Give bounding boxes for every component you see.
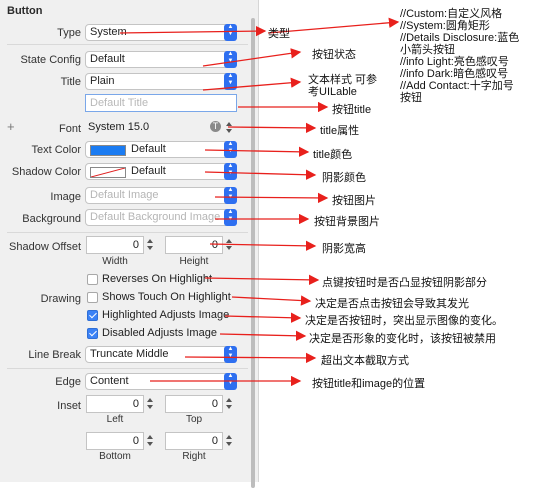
arrow-shows-touch — [231, 295, 312, 306]
annotation-disabled: 决定是否形象的变化时，该按钮被禁用 — [309, 333, 496, 345]
arrow-line-break — [184, 352, 317, 364]
annotation-title-attr: title属性 — [320, 125, 360, 137]
arrow-reverses — [204, 274, 320, 286]
annotation-line-break: 超出文本截取方式 — [321, 355, 409, 367]
arrow-image — [214, 192, 329, 204]
arrow-title-style — [202, 77, 302, 91]
annotation-button-title: 按钮title — [332, 104, 372, 116]
arrow-type — [119, 25, 267, 37]
annotation-image: 按钮图片 — [332, 195, 376, 207]
annotation-highlighted: 决定是否按钮时，突出显示图像的变化。 — [305, 315, 503, 327]
annotation-type-desc: //Custom:自定义风格 //System:圆角矩形 //Details D… — [400, 8, 520, 104]
annotation-background: 按钮背景图片 — [314, 216, 380, 228]
arrow-shadow-color — [204, 169, 317, 180]
arrow-disabled — [219, 330, 307, 341]
arrow-shadow-size — [209, 240, 317, 252]
annotation-title-style: 文本样式 可参 考UILable — [308, 74, 378, 98]
arrow-title-color — [204, 146, 310, 158]
annotation-title-color: title颜色 — [313, 149, 353, 161]
annotation-edge: 按钮title和image的位置 — [312, 378, 426, 390]
annotation-type: 类型 — [268, 28, 290, 40]
annotation-shadow-size: 阴影宽高 — [322, 243, 366, 255]
arrow-state — [202, 48, 302, 67]
arrow-title-attr — [227, 122, 317, 134]
annotation-shadow-color: 阴影颜色 — [322, 172, 366, 184]
annotation-shows-touch: 决定是否点击按钮会导致其发光 — [315, 298, 469, 310]
annotation-state: 按钮状态 — [312, 49, 356, 61]
arrow-highlighted — [224, 312, 302, 323]
annotation-reverses: 点键按钮时是否凸显按钮阴影部分 — [322, 277, 487, 289]
